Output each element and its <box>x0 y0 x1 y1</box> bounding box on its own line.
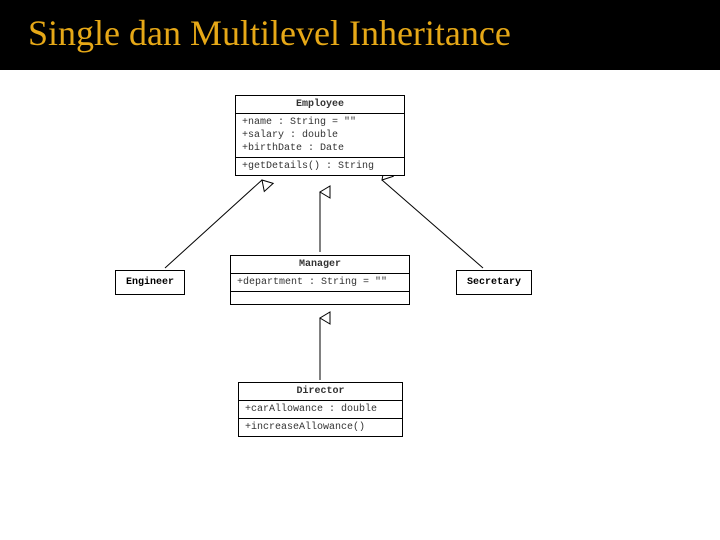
attr: +department : String = "" <box>237 276 403 289</box>
attr: +birthDate : Date <box>242 142 398 155</box>
attributes-section: +department : String = "" <box>231 274 409 292</box>
attributes-section: +name : String = "" +salary : double +bi… <box>236 114 404 158</box>
attr: +carAllowance : double <box>245 403 396 416</box>
class-secretary: Secretary <box>456 270 532 295</box>
class-name: Manager <box>231 256 409 274</box>
class-manager: Manager +department : String = "" <box>230 255 410 305</box>
op: +getDetails() : String <box>242 160 398 173</box>
operations-section: +getDetails() : String <box>236 158 404 175</box>
operations-section: +increaseAllowance() <box>239 419 402 436</box>
attributes-section: +carAllowance : double <box>239 401 402 419</box>
attr: +name : String = "" <box>242 116 398 129</box>
class-engineer: Engineer <box>115 270 185 295</box>
class-name: Employee <box>236 96 404 114</box>
class-director: Director +carAllowance : double +increas… <box>238 382 403 437</box>
page-title: Single dan Multilevel Inheritance <box>28 12 692 54</box>
class-employee: Employee +name : String = "" +salary : d… <box>235 95 405 176</box>
title-bar: Single dan Multilevel Inheritance <box>0 0 720 68</box>
attr: +salary : double <box>242 129 398 142</box>
class-name: Director <box>239 383 402 401</box>
class-name: Engineer <box>126 277 174 288</box>
operations-section <box>231 292 409 304</box>
uml-diagram: Employee +name : String = "" +salary : d… <box>0 70 720 540</box>
op: +increaseAllowance() <box>245 421 396 434</box>
class-name: Secretary <box>467 277 521 288</box>
